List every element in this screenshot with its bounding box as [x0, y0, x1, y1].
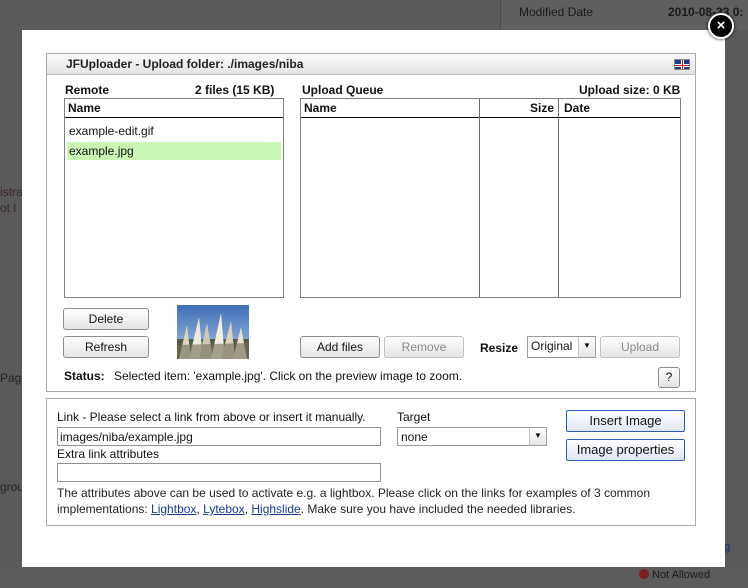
hint-suffix: . Make sure you have included the needed… — [300, 502, 576, 516]
insert-image-button[interactable]: Insert Image — [566, 410, 685, 432]
queue-column-size[interactable]: Size — [530, 101, 554, 115]
upload-queue-label: Upload Queue — [302, 83, 384, 97]
uploader-title-bar: JFUploader - Upload folder: ./images/nib… — [47, 54, 695, 75]
lightbox-hint: The attributes above can be used to acti… — [57, 486, 650, 516]
refresh-button[interactable]: Refresh — [63, 336, 149, 358]
extra-attributes-input[interactable] — [57, 463, 381, 482]
target-select[interactable]: none ▼ — [397, 427, 547, 446]
help-button[interactable]: ? — [658, 367, 680, 388]
upload-size: Upload size: 0 KB — [579, 83, 681, 97]
preview-image — [177, 305, 249, 359]
queue-list-header: Name Size Date — [301, 99, 680, 118]
resize-label: Resize — [480, 341, 519, 355]
link-input[interactable]: images/niba/example.jpg — [57, 427, 381, 446]
remote-list-header: Name — [65, 99, 283, 118]
queue-column-name[interactable]: Name — [304, 101, 337, 115]
remote-file-row-selected[interactable]: example.jpg — [67, 142, 281, 160]
background-modified-value: 2010-08-23 0: — [668, 5, 744, 19]
target-value: none — [401, 430, 428, 444]
close-icon[interactable]: × — [708, 13, 734, 39]
background-not-allowed: Not Allowed — [639, 569, 710, 581]
not-allowed-label: Not Allowed — [652, 569, 711, 581]
resize-select[interactable]: Original ▼ — [527, 336, 596, 358]
lightbox-link[interactable]: Lightbox — [151, 502, 196, 516]
upload-queue-list[interactable]: Name Size Date — [300, 98, 681, 298]
background-fragment: grou — [0, 480, 25, 494]
chevron-down-icon[interactable]: ▼ — [529, 428, 546, 445]
link-label: Link - Please select a link from above o… — [57, 410, 366, 424]
background-fragment: ot l — [0, 201, 17, 215]
not-allowed-icon — [639, 569, 649, 579]
lytebox-link[interactable]: Lytebox — [203, 502, 245, 516]
highslide-link[interactable]: Highslide — [251, 502, 300, 516]
uploader-panel: JFUploader - Upload folder: ./images/nib… — [46, 53, 696, 392]
chevron-down-icon[interactable]: ▼ — [578, 337, 595, 357]
link-panel: Link - Please select a link from above o… — [46, 398, 696, 526]
background-modified-label: Modified Date — [519, 5, 594, 19]
remote-label: Remote — [65, 83, 110, 97]
upload-button[interactable]: Upload — [600, 336, 680, 358]
queue-column-date[interactable]: Date — [564, 101, 590, 115]
remote-file-list[interactable]: Name example-edit.gif example.jpg — [64, 98, 284, 298]
extra-attributes-label: Extra link attributes — [57, 447, 160, 461]
background-fragment: istra — [0, 185, 23, 199]
image-properties-button[interactable]: Image properties — [566, 439, 685, 461]
remove-button[interactable]: Remove — [384, 336, 464, 358]
remote-column-name[interactable]: Name — [68, 101, 101, 115]
remote-file-row[interactable]: example-edit.gif — [67, 122, 281, 140]
delete-button[interactable]: Delete — [63, 308, 149, 330]
background-footer — [0, 566, 748, 588]
remote-file-count: 2 files (15 KB) — [195, 83, 275, 97]
target-label: Target — [397, 410, 431, 424]
preview-thumbnail[interactable] — [177, 305, 249, 359]
queue-column-divider — [558, 99, 559, 297]
resize-value: Original — [531, 339, 573, 353]
language-flag-icon[interactable] — [674, 59, 690, 70]
add-files-button[interactable]: Add files — [300, 336, 380, 358]
status-label: Status: — [64, 369, 105, 383]
status-text: Selected item: 'example.jpg'. Click on t… — [114, 369, 463, 383]
uploader-title: JFUploader - Upload folder: ./images/nib… — [66, 57, 304, 71]
queue-column-divider — [479, 99, 480, 297]
